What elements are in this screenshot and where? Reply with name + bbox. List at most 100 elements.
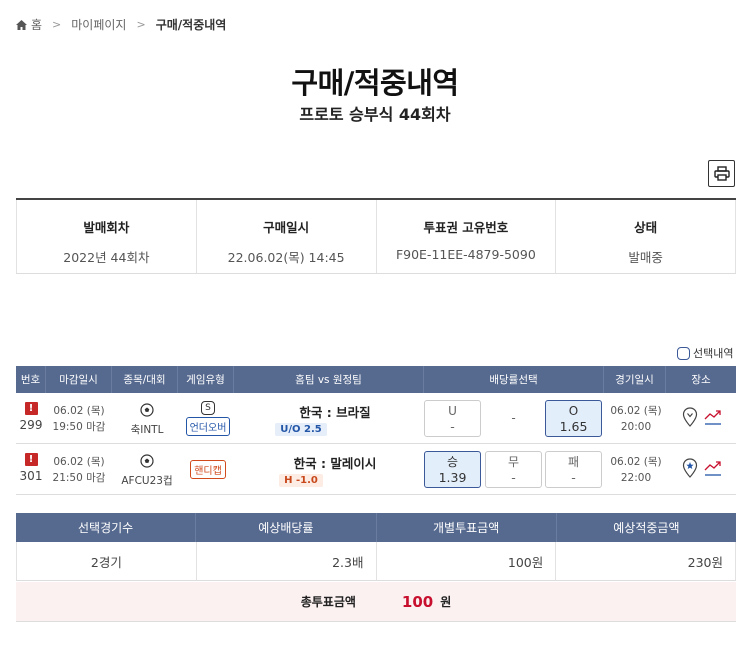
game-table: 번호 마감일시 종목/대회 게임유형 홈팀 vs 원정팀 배당률선택 경기일시 … <box>16 366 736 495</box>
col-header: 홈팀 vs 원정팀 <box>234 366 424 393</box>
match-teams: 한국 : 브라질 <box>299 405 371 420</box>
game-table-header: 번호 마감일시 종목/대회 게임유형 홈팀 vs 원정팀 배당률선택 경기일시 … <box>16 366 736 393</box>
total-unit: 원 <box>440 595 452 609</box>
col-header: 번호 <box>16 366 46 393</box>
summary-values-row: 2경기 2.3배 100원 230원 <box>16 542 736 581</box>
summary-col-header: 예상배당률 <box>196 513 377 542</box>
odds-option-under[interactable]: U - <box>424 400 481 437</box>
odds-option-loss[interactable]: 패 - <box>545 451 602 488</box>
location-pin-star-icon[interactable] <box>682 458 698 478</box>
odds-option-over-selected[interactable]: O 1.65 <box>545 400 602 437</box>
info-cell-purchase-date: 구매일시 22.06.02(목) 14:45 <box>197 200 377 273</box>
game-date-cell: 06.02 (목) 22:00 <box>606 454 666 486</box>
teams-cell: 한국 : 브라질 U/O 2.5 <box>250 402 420 436</box>
venue-cell <box>682 458 722 478</box>
checkbox-icon[interactable] <box>677 346 690 360</box>
info-label: 발매회차 <box>83 220 130 235</box>
league-name: 축INTL <box>130 424 164 436</box>
match-teams: 한국 : 말레이시 <box>293 456 377 471</box>
info-cell-ticket-id: 투표권 고유번호 F90E-11EE-4879-5090 <box>377 200 557 273</box>
printer-icon <box>713 166 730 181</box>
game-type-badge: 언더오버 <box>185 417 231 436</box>
col-header: 게임유형 <box>178 366 234 393</box>
summary-header: 선택경기수 예상배당률 개별투표금액 예상적중금액 <box>16 513 736 542</box>
info-value: F90E-11EE-4879-5090 <box>395 247 536 262</box>
breadcrumb-home[interactable]: 홈 <box>16 16 42 33</box>
selected-game-count: 2경기 <box>16 542 197 580</box>
option-odd: - <box>571 470 576 485</box>
print-button[interactable] <box>708 160 735 187</box>
info-value: 발매중 <box>628 250 663 265</box>
home-icon <box>16 19 27 30</box>
breadcrumb-current: 구매/적중내역 <box>155 18 227 32</box>
option-label: 승 <box>446 455 459 469</box>
info-label: 상태 <box>634 220 658 235</box>
summary-col-header: 예상적중금액 <box>613 521 680 535</box>
handicap-label: H -1.0 <box>279 474 323 487</box>
game-time: 20:00 <box>620 421 652 433</box>
game-date: 06.02 (목) <box>610 405 662 417</box>
expected-odds: 2.3배 <box>197 542 377 580</box>
table-row: ! 299 06.02 (목) 19:50 마감 축INTL S 언더오버 한국… <box>16 393 736 444</box>
venue-cell <box>682 407 722 427</box>
page-subtitle: 프로토 승부식 44회차 <box>299 105 451 124</box>
deadline-cell: 06.02 (목) 21:50 마감 <box>50 454 108 486</box>
summary-col-header: 개별투표금액 <box>377 513 557 542</box>
option-odd: - <box>511 470 516 485</box>
stats-chart-icon[interactable] <box>704 460 722 476</box>
bet-amount: 100원 <box>377 542 557 580</box>
col-header: 종목/대회 <box>112 366 178 393</box>
sport-cell: 축INTL <box>116 403 178 437</box>
deadline-time: 19:50 마감 <box>52 421 106 433</box>
game-type-cell: S 언더오버 <box>182 401 234 436</box>
option-label: 패 <box>567 455 580 469</box>
breadcrumb-home-label: 홈 <box>31 18 43 32</box>
game-number-cell: ! 299 <box>16 402 46 432</box>
alert-icon: ! <box>24 453 38 466</box>
summary-table: 선택경기수 예상배당률 개별투표금액 예상적중금액 2경기 2.3배 100원 … <box>16 513 736 581</box>
expected-payout: 230원 <box>556 542 736 580</box>
chevron-right-icon: > <box>136 18 146 31</box>
soccer-ball-icon <box>140 403 154 417</box>
ticket-info-table: 발매회차 2022년 44회차 구매일시 22.06.02(목) 14:45 투… <box>16 198 736 274</box>
stats-chart-icon[interactable] <box>704 409 722 425</box>
info-label: 투표권 고유번호 <box>423 220 509 235</box>
info-value: 22.06.02(목) 14:45 <box>227 250 345 265</box>
col-header: 배당률선택 <box>424 366 604 393</box>
option-odd: 1.39 <box>438 470 467 485</box>
info-label: 구매일시 <box>263 220 310 235</box>
breadcrumb: 홈 > 마이페이지 > 구매/적중내역 <box>16 16 226 33</box>
breadcrumb-mypage[interactable]: 마이페이지 <box>71 16 126 33</box>
summary-col-header: 선택경기수 <box>16 513 197 542</box>
col-header: 마감일시 <box>46 366 112 393</box>
sport-cell: AFCU23컵 <box>116 454 178 488</box>
game-date: 06.02 (목) <box>610 456 662 468</box>
special-badge: S <box>201 401 215 415</box>
game-time: 22:00 <box>620 472 652 484</box>
league-name: AFCU23컵 <box>121 475 173 487</box>
game-number: 299 <box>19 418 43 432</box>
soccer-ball-icon <box>140 454 154 468</box>
col-header: 경기일시 <box>604 366 666 393</box>
deadline-time: 21:50 마감 <box>52 472 106 484</box>
info-value: 2022년 44회차 <box>63 250 150 265</box>
game-number-cell: ! 301 <box>16 453 46 483</box>
selected-only-checkbox[interactable]: 선택내역 <box>677 345 733 361</box>
odds-option-win-selected[interactable]: 승 1.39 <box>424 451 481 488</box>
game-type-badge: 핸디캡 <box>190 460 226 479</box>
game-number: 301 <box>19 469 43 483</box>
option-odd: - <box>450 419 455 434</box>
table-row: ! 301 06.02 (목) 21:50 마감 AFCU23컵 핸디캡 한국 … <box>16 444 736 495</box>
option-odd: 1.65 <box>559 419 588 434</box>
option-label: 무 <box>507 455 520 469</box>
game-type-cell: 핸디캡 <box>182 458 234 479</box>
odds-option-draw[interactable]: 무 - <box>485 451 542 488</box>
total-label: 총투표금액 <box>300 595 356 609</box>
handicap-label: U/O 2.5 <box>275 423 327 436</box>
location-pin-icon[interactable] <box>682 407 698 427</box>
alert-icon: ! <box>24 402 38 415</box>
chevron-right-icon: > <box>52 18 62 31</box>
game-date-cell: 06.02 (목) 20:00 <box>606 403 666 435</box>
deadline-cell: 06.02 (목) 19:50 마감 <box>50 403 108 435</box>
selected-only-label: 선택내역 <box>693 347 734 360</box>
